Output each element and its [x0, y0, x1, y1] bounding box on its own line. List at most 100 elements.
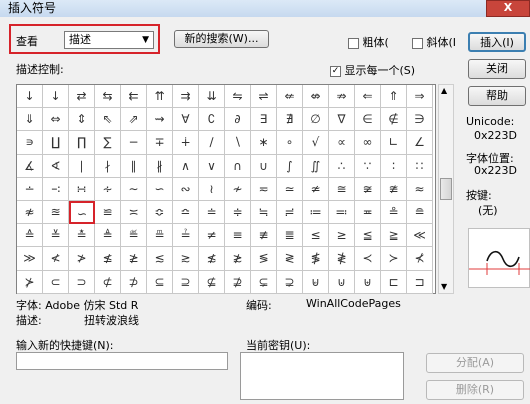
symbol-cell[interactable]: ≊ — [43, 201, 69, 225]
symbol-cell[interactable]: ∻ — [95, 177, 121, 201]
symbol-cell[interactable]: ∨ — [199, 154, 225, 178]
symbol-cell[interactable]: ≡ — [225, 224, 251, 248]
close-window-button[interactable]: X — [486, 0, 530, 17]
symbol-cell[interactable]: ∓ — [147, 131, 173, 155]
symbol-cell[interactable]: ∏ — [69, 131, 95, 155]
symbol-cell[interactable]: ≒ — [251, 201, 277, 225]
symbol-cell[interactable]: ⇋ — [225, 85, 251, 109]
symbol-cell[interactable]: ⇓ — [17, 108, 43, 132]
symbol-cell[interactable]: ⇖ — [95, 108, 121, 132]
symbol-cell[interactable]: ∇ — [329, 108, 355, 132]
symbol-cell[interactable]: ∡ — [17, 154, 43, 178]
symbol-cell[interactable]: ≹ — [329, 247, 355, 271]
symbol-cell[interactable]: ≫ — [17, 247, 43, 271]
symbol-cell[interactable]: ∸ — [17, 177, 43, 201]
symbol-cell[interactable]: ≷ — [277, 247, 303, 271]
symbol-cell[interactable]: ≈ — [407, 177, 433, 201]
symbol-cell[interactable]: ⇉ — [173, 85, 199, 109]
symbol-cell[interactable]: ⊆ — [147, 270, 173, 294]
symbol-cell[interactable]: ≤ — [303, 224, 329, 248]
symbol-cell[interactable]: ≯ — [69, 247, 95, 271]
symbol-cell[interactable]: ≄ — [303, 177, 329, 201]
symbol-cell[interactable]: ∔ — [173, 131, 199, 155]
close-button[interactable]: 关闭 — [468, 59, 526, 79]
symbol-cell[interactable]: ≎ — [147, 201, 173, 225]
symbol-cell[interactable]: ≑ — [225, 201, 251, 225]
symbol-cell[interactable]: ≅ — [329, 177, 355, 201]
symbol-cell[interactable]: ↓ — [43, 85, 69, 109]
symbol-cell[interactable]: ∹ — [43, 177, 69, 201]
symbol-cell[interactable]: ⇝ — [147, 108, 173, 132]
symbol-cell[interactable]: ∼ — [121, 177, 147, 201]
symbol-cell[interactable]: ≌ — [95, 201, 121, 225]
symbol-cell[interactable]: ∾ — [173, 177, 199, 201]
symbol-cell[interactable]: ∅ — [303, 108, 329, 132]
new-search-button[interactable]: 新的搜索(W)... — [174, 30, 269, 48]
symbol-cell[interactable]: ≟ — [173, 224, 199, 248]
symbol-cell[interactable]: ≙ — [17, 224, 43, 248]
delete-button[interactable]: 删除(R) — [426, 380, 524, 400]
symbol-cell[interactable]: ⊐ — [407, 270, 433, 294]
symbol-cell[interactable]: ≂ — [251, 177, 277, 201]
symbol-cell[interactable]: ≧ — [381, 224, 407, 248]
symbol-cell[interactable]: ≉ — [17, 201, 43, 225]
scroll-up-icon[interactable]: ▲ — [441, 86, 447, 95]
symbol-cell[interactable]: ≦ — [355, 224, 381, 248]
symbol-cell[interactable]: ⇒ — [407, 85, 433, 109]
symbol-cell[interactable]: ≇ — [381, 177, 407, 201]
symbol-cell[interactable]: ⊍ — [329, 270, 355, 294]
symbol-cell[interactable]: ⇕ — [69, 108, 95, 132]
symbol-cell[interactable]: ∝ — [329, 131, 355, 155]
symbol-cell[interactable]: ∥ — [121, 154, 147, 178]
symbol-cell[interactable]: ∖ — [225, 131, 251, 155]
symbol-cell[interactable]: ≕ — [329, 201, 355, 225]
symbol-cell[interactable]: ⇏ — [329, 85, 355, 109]
symbol-cell[interactable]: ≥ — [329, 224, 355, 248]
symbol-cell[interactable]: ⇊ — [199, 85, 225, 109]
symbol-cell[interactable]: ∐ — [43, 131, 69, 155]
bold-checkbox-box[interactable] — [348, 37, 359, 49]
symbol-cell[interactable]: ⊂ — [43, 270, 69, 294]
symbol-cell[interactable]: ∵ — [355, 154, 381, 178]
symbol-cell[interactable]: ⊊ — [251, 270, 277, 294]
symbol-cell[interactable]: ≰ — [95, 247, 121, 271]
symbol-cell[interactable]: ≵ — [225, 247, 251, 271]
symbol-cell[interactable]: ∂ — [225, 108, 251, 132]
symbol-cell[interactable]: ∢ — [43, 154, 69, 178]
symbol-cell[interactable]: ∽ — [147, 177, 173, 201]
symbol-cell[interactable]: ≸ — [303, 247, 329, 271]
symbol-cell[interactable]: ⊁ — [17, 270, 43, 294]
symbol-cell[interactable]: ⇍ — [277, 85, 303, 109]
symbol-cell[interactable]: ≶ — [251, 247, 277, 271]
symbol-cell[interactable]: ≏ — [173, 201, 199, 225]
symbol-cell[interactable]: ∠ — [407, 131, 433, 155]
symbol-cell[interactable]: ≳ — [173, 247, 199, 271]
symbol-cell[interactable]: ∣ — [69, 154, 95, 178]
symbol-cell[interactable]: ⇎ — [303, 85, 329, 109]
symbol-cell[interactable]: ≣ — [277, 224, 303, 248]
symbol-cell[interactable]: ∽ — [69, 201, 95, 225]
symbol-cell[interactable]: ≪ — [407, 224, 433, 248]
italic-checkbox[interactable]: 斜体(I — [412, 34, 456, 50]
symbol-cell[interactable]: ∋ — [407, 108, 433, 132]
new-shortcut-input[interactable] — [16, 352, 228, 370]
symbol-cell[interactable]: ⊇ — [173, 270, 199, 294]
symbol-cell[interactable]: ⇗ — [121, 108, 147, 132]
symbol-cell[interactable]: ⊋ — [277, 270, 303, 294]
symbol-cell[interactable]: ≠ — [199, 224, 225, 248]
symbol-cell[interactable]: ∗ — [251, 131, 277, 155]
symbol-cell[interactable]: ≮ — [43, 247, 69, 271]
bold-checkbox[interactable]: 粗体( — [348, 34, 389, 50]
symbol-cell[interactable]: ⊃ — [69, 270, 95, 294]
symbol-cell[interactable]: ≜ — [95, 224, 121, 248]
view-select[interactable]: 描述 ▼ — [64, 31, 154, 49]
current-keys-list[interactable] — [240, 352, 404, 400]
symbol-cell[interactable]: ⇈ — [147, 85, 173, 109]
symbol-cell[interactable]: ≚ — [43, 224, 69, 248]
symbol-cell[interactable]: ≻ — [381, 247, 407, 271]
symbol-cell[interactable]: ∟ — [381, 131, 407, 155]
symbol-cell[interactable]: ⊌ — [303, 270, 329, 294]
symbol-cell[interactable]: ↓ — [17, 85, 43, 109]
symbol-cell[interactable]: ∉ — [381, 108, 407, 132]
symbol-cell[interactable]: ⇆ — [95, 85, 121, 109]
